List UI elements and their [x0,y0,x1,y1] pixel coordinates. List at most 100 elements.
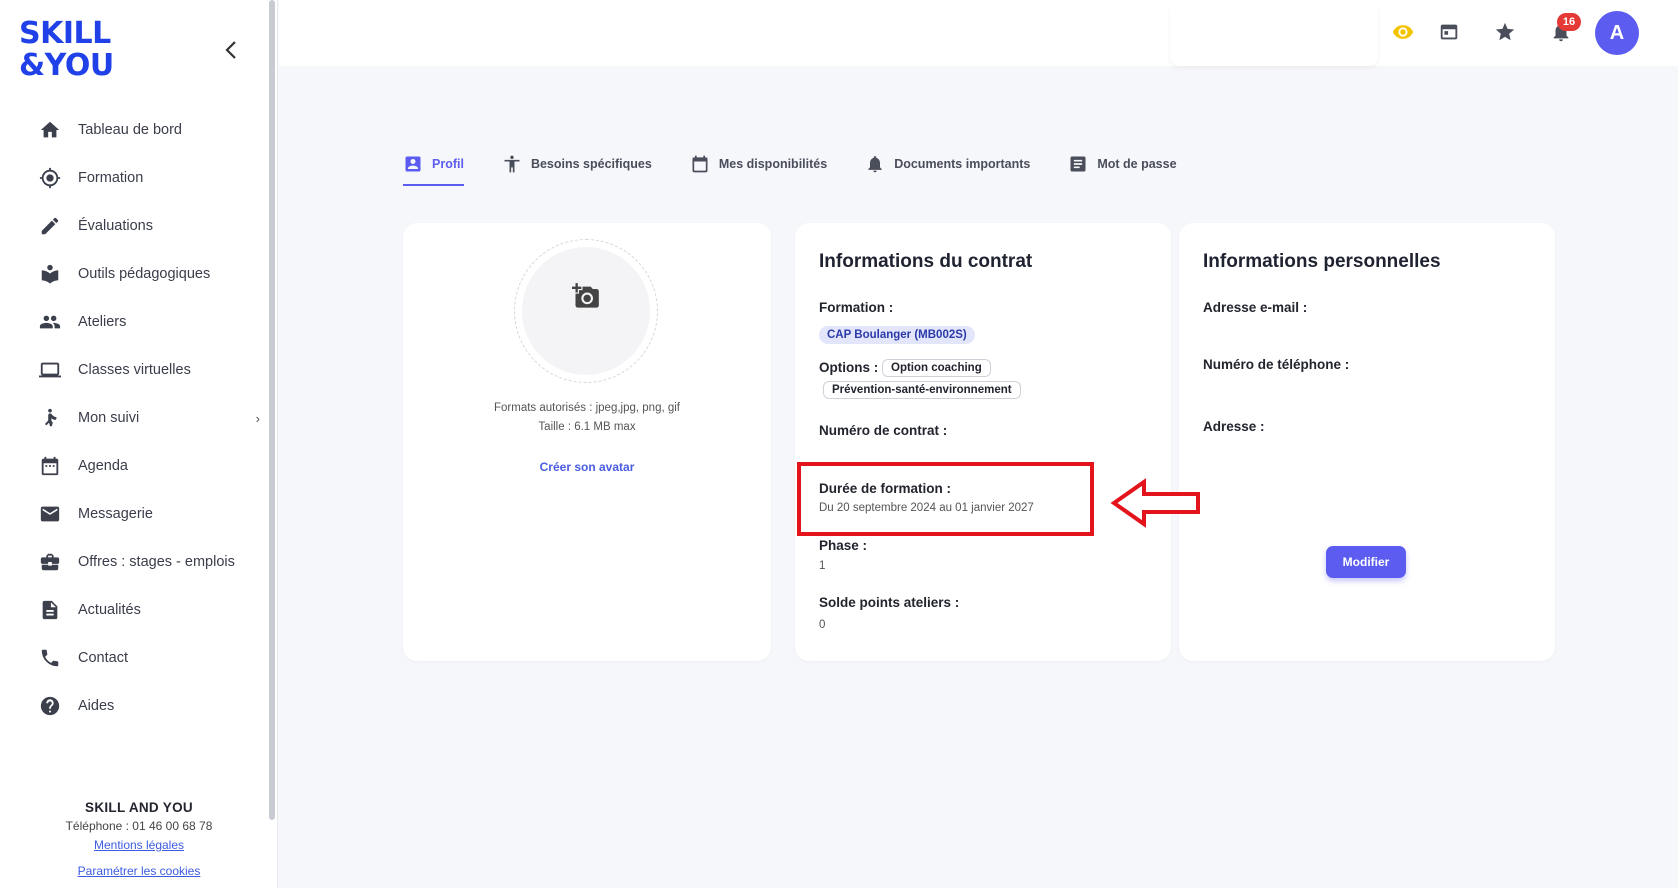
sidebar-item-label: Évaluations [78,218,153,234]
sidebar-scrollbar[interactable] [269,0,275,820]
annotation-highlight-box [797,462,1094,536]
sidebar-item-formation[interactable]: Formation [36,154,266,202]
personal-info-card: Informations personnelles Adresse e-mail… [1179,223,1555,661]
sidebar-item-offres[interactable]: Offres : stages - emplois [36,538,266,586]
sidebar-nav: Tableau de bord Formation Évaluations Ou… [36,106,266,730]
sidebar-item-label: Mon suivi [78,410,140,426]
profile-tabs: Profil Besoins spécifiques Mes disponibi… [403,144,1215,186]
edit-button[interactable]: Modifier [1326,546,1406,578]
sidebar-item-label: Classes virtuelles [78,362,191,378]
tab-profil[interactable]: Profil [403,144,464,186]
star-icon [1495,22,1515,41]
create-avatar-link[interactable]: Créer son avatar [403,460,771,474]
sidebar-item-contact[interactable]: Contact [36,634,266,682]
sidebar-footer: SKILL AND YOU Téléphone : 01 46 00 68 78… [0,800,278,878]
tab-label: Documents importants [894,157,1031,171]
calendar-view-icon [1440,24,1458,40]
calendar-icon [692,155,708,173]
sidebar-item-outils-pedagogiques[interactable]: Outils pédagogiques [36,250,266,298]
footer-brand: SKILL AND YOU [85,800,193,815]
tab-mot-de-passe[interactable]: Mot de passe [1068,144,1177,184]
briefcase-icon [40,553,60,571]
tracking-icon [44,408,57,427]
sidebar: SKILL &YOU Tableau de bord Formation Éva… [0,0,278,888]
max-size: Taille : 6.1 MB max [538,421,636,433]
visibility-button[interactable] [1389,18,1417,46]
reader-icon [41,264,59,284]
laptop-icon [39,362,61,378]
tab-mes-disponibilites[interactable]: Mes disponibilités [690,144,827,184]
add-photo-icon [572,282,599,308]
footer-telephone: Téléphone : 01 46 00 68 78 [65,819,213,833]
points-value: 0 [819,619,826,631]
profile-icon [405,156,421,172]
chevron-left-icon [225,41,236,59]
upload-constraints: Formats autorisés : jpeg,jpg, png, gif T… [403,399,771,437]
people-icon [39,315,61,329]
sidebar-item-agenda[interactable]: Agenda [36,442,266,490]
target-icon [39,167,61,189]
calendar-button[interactable] [1435,18,1463,46]
tab-label: Profil [432,157,464,171]
sidebar-item-label: Outils pédagogiques [78,266,211,282]
formation-label: Formation : [819,300,894,315]
address-label: Adresse : [1203,419,1265,434]
sidebar-item-tableau-de-bord[interactable]: Tableau de bord [36,106,266,154]
tab-besoins-specifiques[interactable]: Besoins spécifiques [502,144,652,184]
user-avatar[interactable]: A [1595,11,1639,55]
sidebar-item-actualites[interactable]: Actualités [36,586,266,634]
phase-value: 1 [819,560,826,572]
phone-icon [41,649,59,667]
upload-hint: Ajouter une photo [546,319,626,331]
topbar-search-area [1170,2,1378,66]
sidebar-item-aides[interactable]: Aides [36,682,266,730]
sidebar-item-label: Agenda [78,458,128,474]
personal-card-title: Informations personnelles [1203,251,1441,272]
avatar-upload-zone[interactable]: Ajouter une photo [514,239,658,383]
sidebar-item-label: Tableau de bord [78,122,182,138]
phase-label: Phase : [819,538,868,553]
allowed-formats: Formats autorisés : jpeg,jpg, png, gif [493,402,680,414]
chevron-right-icon: › [255,410,260,426]
tab-documents-importants[interactable]: Documents importants [865,144,1030,184]
sidebar-item-label: Actualités [78,602,141,618]
notification-count-badge: 16 [1557,13,1581,31]
eye-icon [1392,25,1414,39]
cookie-settings-link[interactable]: Paramétrer les cookies [0,864,278,878]
contract-card-title: Informations du contrat [819,251,1033,272]
sidebar-item-classes-virtuelles[interactable]: Classes virtuelles [36,346,266,394]
logo-line-1: SKILL [19,16,111,51]
option-chip: Option coaching [882,359,991,377]
annotation-arrow-icon [1110,478,1200,528]
logo-line-2: &YOU [19,48,114,83]
sidebar-item-label: Aides [78,698,115,714]
accessibility-icon [504,155,520,173]
calendar-icon [41,456,59,476]
avatar-card: Ajouter une photo Formats autorisés : jp… [403,223,771,661]
sidebar-item-label: Messagerie [78,506,153,522]
help-icon [40,696,60,716]
article-icon [42,600,58,620]
sidebar-item-messagerie[interactable]: Messagerie [36,490,266,538]
phone-label: Numéro de téléphone : [1203,357,1350,372]
sidebar-item-mon-suivi[interactable]: Mon suivi › [36,394,266,442]
email-label: Adresse e-mail : [1203,300,1308,315]
mail-icon [40,506,60,522]
skill-and-you-logo[interactable]: SKILL &YOU [19,18,129,82]
contract-info-card: Informations du contrat Formation : CAP … [795,223,1171,661]
favorites-button[interactable] [1491,18,1519,46]
pencil-icon [41,217,59,235]
sidebar-item-label: Ateliers [78,314,127,330]
sidebar-item-label: Formation [78,170,144,186]
tab-label: Mes disponibilités [718,157,828,171]
formation-chip: CAP Boulanger (MB002S) [819,326,975,344]
points-label: Solde points ateliers : [819,595,960,610]
options-label: Options : [819,360,879,375]
sidebar-item-ateliers[interactable]: Ateliers [36,298,266,346]
sidebar-item-evaluations[interactable]: Évaluations [36,202,266,250]
collapse-sidebar-button[interactable] [220,38,244,62]
legal-notice-link[interactable]: Mentions légales [0,838,278,852]
option-chip: Prévention-santé-environnement [823,381,1021,399]
tab-label: Mot de passe [1097,157,1177,171]
tab-label: Besoins spécifiques [530,157,652,171]
